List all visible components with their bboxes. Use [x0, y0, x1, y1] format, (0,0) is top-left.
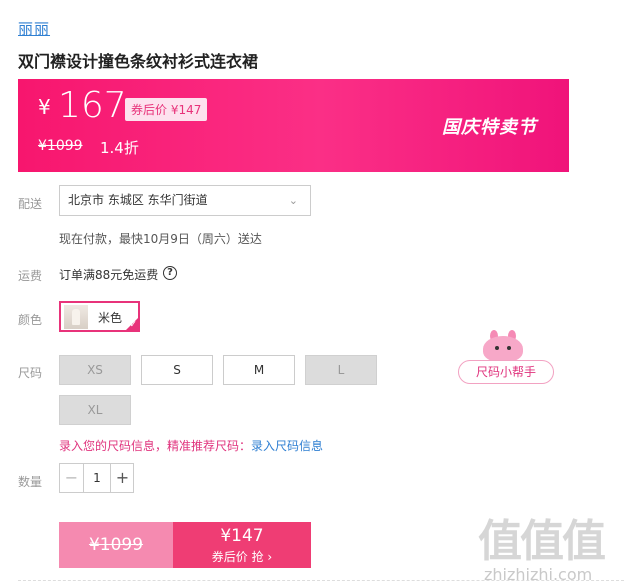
festival-label: 国庆特卖节 [442, 117, 537, 138]
original-price: ¥1099 [38, 138, 83, 154]
size-option-s[interactable]: S [141, 355, 213, 385]
current-price: 167 [58, 85, 127, 126]
color-label: 颜色 [18, 313, 43, 327]
coupon-price-tag: 券后价 ¥147 [125, 98, 208, 121]
delivery-label: 配送 [18, 197, 43, 211]
discount-rate: 1.4折 [100, 139, 139, 157]
color-option-label: 米色 [98, 311, 123, 325]
mascot-icon [480, 330, 526, 362]
address-value: 北京市 东城区 东华门街道 [68, 193, 208, 207]
shipping-label: 运费 [18, 269, 43, 283]
coupon-buy-price: ¥147 [220, 526, 264, 546]
size-option-m[interactable]: M [223, 355, 295, 385]
size-hint-text: 录入您的尺码信息，精准推荐尺码： [59, 439, 252, 453]
delivery-estimate: 现在付款，最快10月9日（周六）送达 [59, 232, 262, 246]
checkmark-icon: ✓ [129, 320, 137, 330]
product-title: 双门襟设计撞色条纹衬衫式连衣裙 [18, 52, 259, 71]
size-option-l[interactable]: L [305, 355, 377, 385]
quantity-value[interactable]: 1 [84, 464, 110, 492]
coupon-buy-action: 券后价 抢 › [211, 550, 273, 564]
quantity-stepper[interactable]: − 1 + [59, 463, 134, 493]
size-hint: 录入您的尺码信息，精准推荐尺码：录入尺码信息 [59, 437, 323, 454]
shipping-info: 订单满88元免运费 [59, 268, 159, 282]
currency-symbol: ¥ [38, 95, 51, 119]
quantity-label: 数量 [18, 475, 43, 489]
color-thumbnail [64, 305, 88, 329]
chevron-down-icon: ⌄ [288, 194, 298, 207]
address-select[interactable]: 北京市 东城区 东华门街道 ⌄ [59, 185, 311, 216]
size-helper-button[interactable]: 尺码小帮手 [458, 360, 554, 384]
size-entry-link[interactable]: 录入尺码信息 [251, 439, 323, 453]
buy-original-price-button[interactable]: ¥1099 [59, 522, 173, 568]
watermark-glyphs: 值值值 [478, 516, 606, 567]
watermark: 值值值 zhizhizhi.com [478, 505, 606, 584]
price-banner: ¥ 167 券后价 ¥147 ¥1099 1.4折 国庆特卖节 [18, 79, 569, 172]
brand-link[interactable]: 丽丽 [18, 18, 50, 39]
buy-with-coupon-button[interactable]: ¥147 券后价 抢 › [173, 522, 311, 568]
plus-button[interactable]: + [110, 464, 134, 492]
watermark-domain: zhizhizhi.com [484, 565, 593, 584]
help-icon[interactable]: ? [163, 266, 177, 280]
color-option-beige[interactable]: 米色 ✓ [59, 301, 140, 332]
minus-button[interactable]: − [60, 464, 84, 492]
size-option-xs[interactable]: XS [59, 355, 131, 385]
size-option-xl[interactable]: XL [59, 395, 131, 425]
size-label: 尺码 [18, 366, 43, 380]
